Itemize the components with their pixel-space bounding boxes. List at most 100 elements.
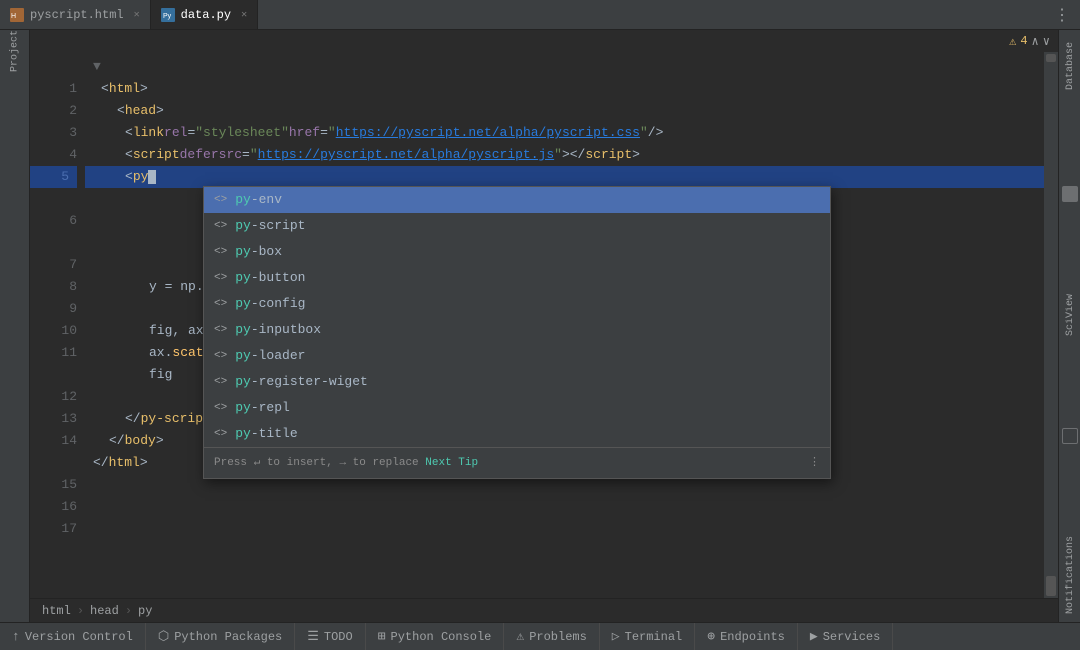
breadcrumb-py[interactable]: py [138,604,152,618]
autocomplete-prefix-script: py-script [235,215,305,237]
tag-icon-script: <> [214,215,227,237]
todo-button[interactable]: ☰ TODO [295,623,365,650]
tag-icon-register: <> [214,371,227,393]
autocomplete-prefix-config: py-config [235,293,305,315]
tag-icon-loader: <> [214,345,227,367]
tab-close-pyscript[interactable]: ✕ [134,9,140,21]
tag-icon-repl: <> [214,397,227,419]
autocomplete-item-inputbox[interactable]: <> py-inputbox [204,317,830,343]
tab-more-button[interactable]: ⋮ [1044,5,1080,25]
python-packages-button[interactable]: ⬡ Python Packages [146,623,295,650]
autocomplete-item-title[interactable]: <> py-title [204,421,830,447]
breadcrumb: html › head › py [30,598,1058,622]
version-control-label: Version Control [25,630,133,644]
warning-down-icon[interactable]: ∨ [1043,34,1050,49]
todo-icon: ☰ [307,629,319,644]
breadcrumb-sep1: › [77,604,84,618]
warning-count: 4 [1020,34,1027,48]
autocomplete-item-register[interactable]: <> py-register-wiget [204,369,830,395]
code-line-1: <html> [85,78,1044,100]
autocomplete-prefix-loader: py-loader [235,345,305,367]
database-panel-label[interactable]: Database [1060,30,1080,102]
endpoints-button[interactable]: ⊕ Endpoints [695,623,798,650]
autocomplete-item-env[interactable]: <> py-env [204,187,830,213]
python-console-button[interactable]: ⊞ Python Console [366,623,505,650]
autocomplete-prefix-box: py-box [235,241,282,263]
autocomplete-item-script[interactable]: <> py-script [204,213,830,239]
autocomplete-prefix-register: py-register-wiget [235,371,368,393]
endpoints-icon: ⊕ [707,629,715,644]
tag-icon-env: <> [214,189,227,211]
tab-data-py[interactable]: Py data.py ✕ [151,0,258,29]
terminal-icon: ▷ [612,629,620,644]
py-file-icon: Py [161,8,175,22]
breadcrumb-html[interactable]: html [42,604,71,618]
problems-button[interactable]: ⚠ Problems [504,623,599,650]
tag-icon-title: <> [214,423,227,445]
tab-bar: H pyscript.html ✕ Py data.py ✕ ⋮ [0,0,1080,30]
autocomplete-item-config[interactable]: <> py-config [204,291,830,317]
code-line-3: <link rel="stylesheet" href="https://pys… [85,122,1044,144]
autocomplete-hint: Press ↵ to insert, → to replace Next Tip [214,452,478,474]
version-control-button[interactable]: ↑ Version Control [0,623,146,650]
problems-icon: ⚠ [516,629,524,644]
svg-text:Py: Py [163,13,172,20]
terminal-button[interactable]: ▷ Terminal [600,623,695,650]
line-gutter: 1 2 3 4 5 6 7 8 9 10 11 12 13 14 15 16 [30,52,85,598]
autocomplete-item-box[interactable]: <> py-box [204,239,830,265]
tag-icon-button: <> [214,267,227,289]
autocomplete-more-icon[interactable]: ⋮ [809,452,820,474]
status-bar: ↑ Version Control ⬡ Python Packages ☰ TO… [0,622,1080,650]
code-editor[interactable]: ▼ <html> <head> <link rel="stylesheet" h… [85,52,1044,598]
version-control-icon: ↑ [12,629,20,644]
services-button[interactable]: ▶ Services [798,623,893,650]
breadcrumb-sep2: › [125,604,132,618]
autocomplete-prefix-title: py-title [235,423,297,445]
editor-container: ⚠ 4 ∧ ∨ 1 2 3 4 5 6 7 8 9 10 [30,30,1058,622]
database-icon [1062,186,1078,202]
next-tip-link[interactable]: Next Tip [425,457,478,469]
tab-close-data-py[interactable]: ✕ [241,9,247,21]
html-file-icon: H [10,8,24,22]
tag-icon-box: <> [214,241,227,263]
sciview-icon [1062,428,1078,444]
autocomplete-item-repl[interactable]: <> py-repl [204,395,830,421]
code-line-fold: ▼ [85,56,1044,78]
python-packages-label: Python Packages [174,630,282,644]
svg-text:H: H [11,13,16,20]
autocomplete-footer: Press ↵ to insert, → to replace Next Tip… [204,447,830,478]
python-packages-icon: ⬡ [158,629,169,644]
main-area: Project ⚠ 4 ∧ ∨ 1 2 3 4 5 6 [0,30,1080,622]
autocomplete-item-button[interactable]: <> py-button [204,265,830,291]
autocomplete-item-loader[interactable]: <> py-loader [204,343,830,369]
warning-icon: ⚠ [1009,34,1016,49]
notifications-panel-label[interactable]: Notifications [1060,528,1080,622]
tab-pyscript-html[interactable]: H pyscript.html ✕ [0,0,151,29]
python-console-label: Python Console [391,630,492,644]
services-icon: ▶ [810,629,818,644]
editor-body: 1 2 3 4 5 6 7 8 9 10 11 12 13 14 15 16 [30,52,1058,598]
services-label: Services [823,630,881,644]
project-icon[interactable]: Project [2,38,28,64]
autocomplete-prefix-env: py-env [235,189,282,211]
code-line-2: <head> [85,100,1044,122]
terminal-label: Terminal [625,630,683,644]
tag-icon-config: <> [214,293,227,315]
editor-scrollbar[interactable] [1044,52,1058,598]
right-sidebar: Database SciView Notifications [1058,30,1080,622]
python-console-icon: ⊞ [378,629,386,644]
sciview-panel-label[interactable]: SciView [1060,286,1080,344]
editor-toolbar: ⚠ 4 ∧ ∨ [30,30,1058,52]
autocomplete-prefix-repl: py-repl [235,397,290,419]
todo-label: TODO [324,630,353,644]
left-sidebar: Project [0,30,30,622]
autocomplete-prefix-inputbox: py-inputbox [235,319,321,341]
warning-up-icon[interactable]: ∧ [1032,34,1039,49]
autocomplete-dropdown: <> py-env <> py-script <> py-box <> py-b… [203,186,831,479]
breadcrumb-head[interactable]: head [90,604,119,618]
tab-pyscript-label: pyscript.html [30,8,124,22]
tag-icon-inputbox: <> [214,319,227,341]
problems-label: Problems [529,630,587,644]
warning-badge[interactable]: ⚠ 4 ∧ ∨ [1009,34,1050,49]
tab-data-py-label: data.py [181,8,231,22]
